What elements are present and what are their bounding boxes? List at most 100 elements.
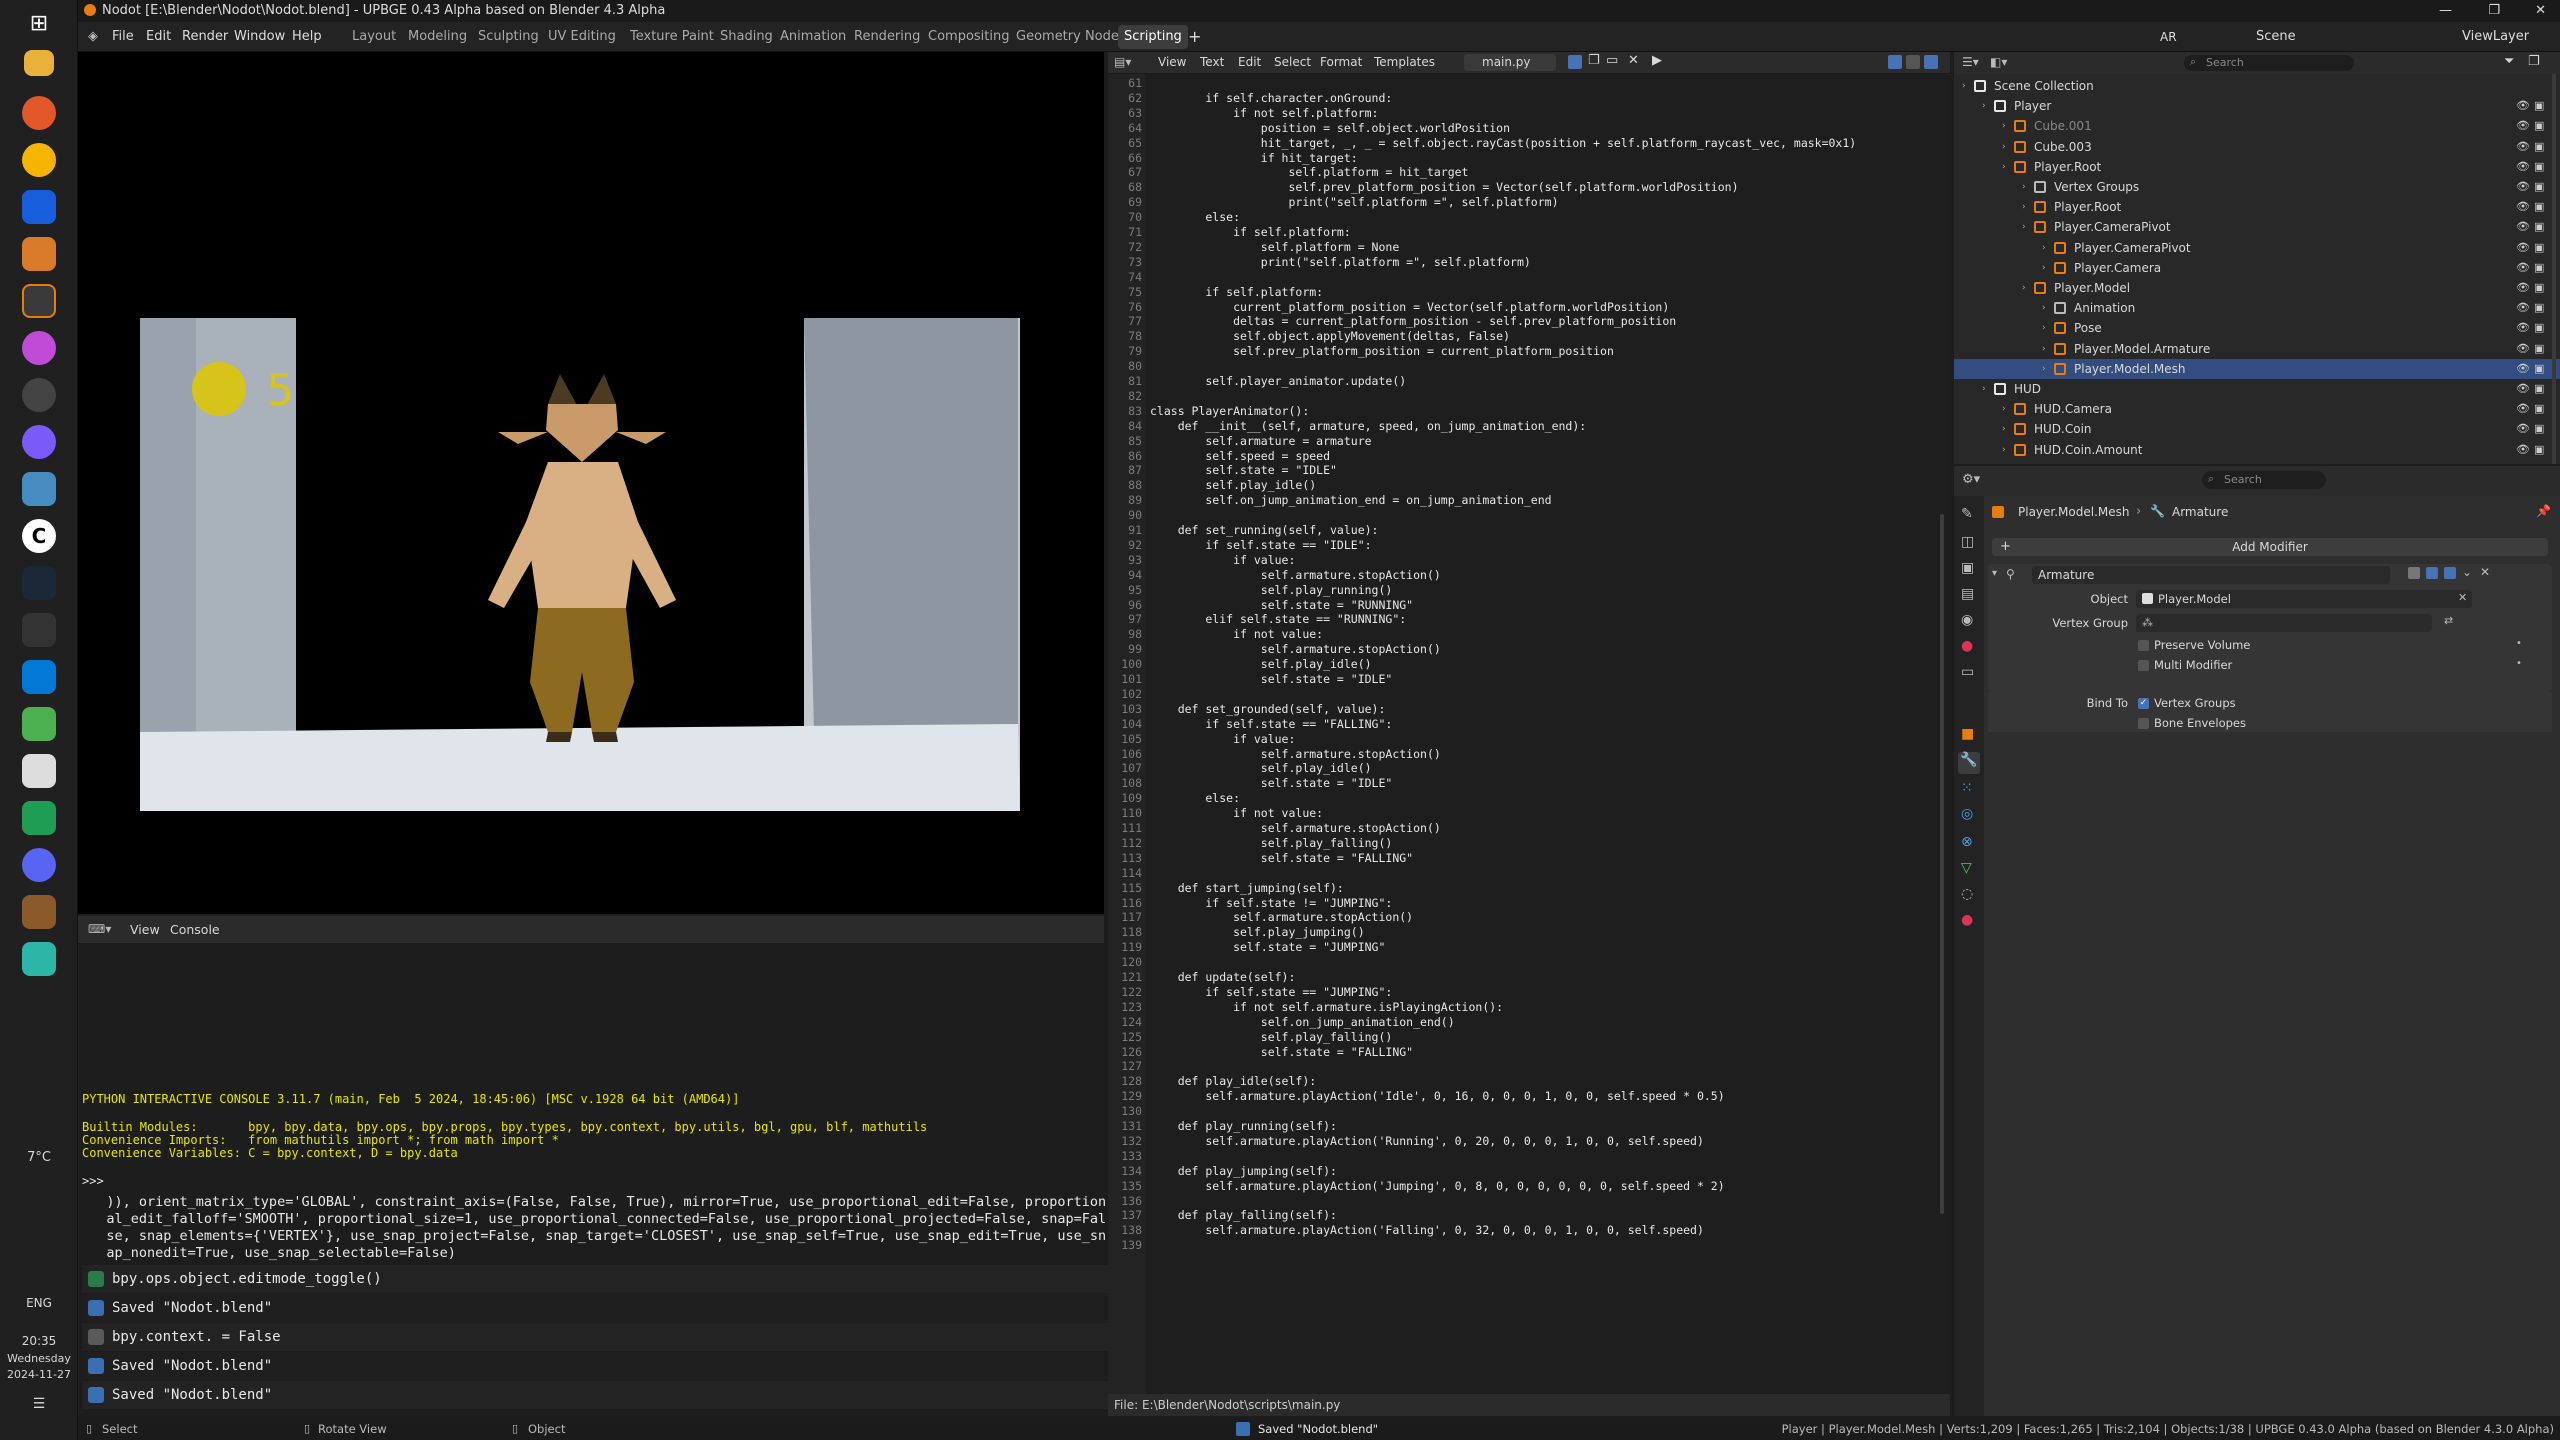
- code-line[interactable]: self.armature.playAction('Running', 0, 2…: [1150, 1134, 1704, 1148]
- expand-chevron-icon[interactable]: ›: [2022, 197, 2026, 217]
- code-line[interactable]: deltas = current_platform_position - sel…: [1150, 314, 1676, 328]
- code-line[interactable]: def set_running(self, value):: [1150, 523, 1379, 537]
- editor-type-icon[interactable]: ⌨▾: [88, 922, 111, 936]
- app-icon[interactable]: [22, 707, 56, 741]
- outliner-scrollbar[interactable]: [2552, 74, 2556, 464]
- code-line[interactable]: def play_falling(self):: [1150, 1208, 1337, 1222]
- minimize-icon[interactable]: —: [2439, 0, 2452, 22]
- code-line[interactable]: self.platform = hit_target: [1150, 165, 1468, 179]
- app-icon[interactable]: [22, 801, 56, 835]
- render-camera-icon[interactable]: ▣: [2534, 177, 2544, 197]
- code-line[interactable]: def __init__(self, armature, speed, on_j…: [1150, 419, 1587, 433]
- tab-uv-editing[interactable]: UV Editing: [542, 25, 622, 49]
- app-icon[interactable]: [22, 331, 56, 365]
- blender-menu-icon[interactable]: ◈: [88, 22, 98, 52]
- world-tab-icon[interactable]: ●: [1961, 638, 1973, 654]
- scene-selector[interactable]: Scene: [2256, 22, 2296, 52]
- code-line[interactable]: self.play_idle(): [1150, 478, 1316, 492]
- code-line[interactable]: self.armature.stopAction(): [1150, 568, 1441, 582]
- code-line[interactable]: self.armature = armature: [1150, 434, 1371, 448]
- expand-chevron-icon[interactable]: ›: [2002, 157, 2006, 177]
- outliner-row[interactable]: › Cube.003 👁 ▣: [1954, 137, 2560, 157]
- language-indicator[interactable]: ENG: [14, 1296, 64, 1310]
- expand-chevron-icon[interactable]: ›: [2022, 217, 2026, 237]
- visibility-eye-icon[interactable]: 👁: [2516, 379, 2530, 399]
- new-text-icon[interactable]: ❐: [1588, 53, 1600, 68]
- visibility-eye-icon[interactable]: 👁: [2516, 359, 2530, 379]
- expand-chevron-icon[interactable]: ›: [2002, 399, 2006, 419]
- menu-render[interactable]: Render: [182, 22, 228, 52]
- vertex-groups-checkbox[interactable]: ✓: [2138, 698, 2149, 709]
- vscode-icon[interactable]: [22, 660, 56, 694]
- scene-tab-icon[interactable]: ◉: [1961, 612, 1973, 628]
- view-layer-tab-icon[interactable]: ▤: [1961, 586, 1974, 602]
- console-menu-view[interactable]: View: [130, 922, 160, 937]
- weather-temp[interactable]: 7°C: [14, 1150, 64, 1165]
- modifier-name-field[interactable]: Armature: [2032, 566, 2390, 584]
- visibility-eye-icon[interactable]: 👁: [2516, 177, 2530, 197]
- notification-icon[interactable]: ☰: [26, 1396, 52, 1422]
- add-workspace-icon[interactable]: +: [1188, 22, 1201, 52]
- console-menu-console[interactable]: Console: [170, 922, 220, 937]
- logic-tab-icon[interactable]: ◌: [1961, 886, 1973, 902]
- render-tab-icon[interactable]: ◫: [1961, 534, 1974, 550]
- app-icon[interactable]: [22, 895, 56, 929]
- file-explorer-icon[interactable]: [24, 50, 54, 76]
- visibility-eye-icon[interactable]: 👁: [2516, 440, 2530, 460]
- code-line[interactable]: self.speed = speed: [1150, 449, 1330, 463]
- keyframe-dot-icon[interactable]: •: [2516, 658, 2522, 669]
- vertex-group-field[interactable]: [2136, 614, 2432, 632]
- clock-time[interactable]: 20:35: [0, 1334, 78, 1348]
- code-line[interactable]: if self.state == "FALLING":: [1150, 717, 1392, 731]
- code-line[interactable]: self.platform = None: [1150, 240, 1399, 254]
- outliner-row[interactable]: › Vertex Groups 👁 ▣: [1954, 177, 2560, 197]
- code-line[interactable]: self.on_jump_animation_end = on_jump_ani…: [1150, 493, 1551, 507]
- code-line[interactable]: if self.state == "JUMPING":: [1150, 985, 1392, 999]
- visibility-eye-icon[interactable]: 👁: [2516, 157, 2530, 177]
- app-icon[interactable]: [22, 942, 56, 976]
- particles-tab-icon[interactable]: ⁙: [1961, 780, 1973, 796]
- expand-chevron-icon[interactable]: ›: [2042, 258, 2046, 278]
- app-icon[interactable]: [22, 425, 56, 459]
- preserve-volume-checkbox[interactable]: [2138, 640, 2149, 651]
- render-camera-icon[interactable]: ▣: [2534, 359, 2544, 379]
- code-line[interactable]: self.armature.playAction('Jumping', 0, 8…: [1150, 1179, 1724, 1193]
- render-camera-icon[interactable]: ▣: [2534, 278, 2544, 298]
- outliner-search[interactable]: Search: [2184, 55, 2354, 71]
- code-line[interactable]: if hit_target:: [1150, 151, 1358, 165]
- code-line[interactable]: def play_idle(self):: [1150, 1074, 1316, 1088]
- expand-chevron-icon[interactable]: ›: [1962, 76, 1966, 96]
- data-tab-icon[interactable]: ▽: [1961, 860, 1972, 876]
- object-tab-icon[interactable]: ■: [1961, 726, 1974, 742]
- expand-chevron-icon[interactable]: ›: [2042, 238, 2046, 258]
- collection-tab-icon[interactable]: ▭: [1961, 664, 1974, 680]
- tab-rendering[interactable]: Rendering: [848, 25, 926, 49]
- expand-chevron-icon[interactable]: ›: [2002, 116, 2006, 136]
- code-line[interactable]: if value:: [1150, 553, 1295, 567]
- code-line[interactable]: if self.state != "JUMPING":: [1150, 896, 1392, 910]
- expand-chevron-icon[interactable]: ›: [2002, 440, 2006, 460]
- visibility-eye-icon[interactable]: 👁: [2516, 399, 2530, 419]
- visibility-eye-icon[interactable]: 👁: [2516, 318, 2530, 338]
- tab-sculpting[interactable]: Sculpting: [472, 25, 545, 49]
- add-modifier-button[interactable]: + Add Modifier: [1992, 538, 2548, 556]
- code-line[interactable]: self.armature.stopAction(): [1150, 910, 1413, 924]
- visibility-eye-icon[interactable]: 👁: [2516, 217, 2530, 237]
- obs-icon[interactable]: [22, 378, 56, 412]
- text-editor[interactable]: 61 62 63 64 65 66 67 68 69 70 71 72 73 74 75 76 77 78 79 80…: [1108, 74, 1950, 1394]
- code-line[interactable]: if self.state == "IDLE":: [1150, 538, 1371, 552]
- expand-chevron-icon[interactable]: ›: [1982, 379, 1986, 399]
- tab-shading[interactable]: Shading: [714, 25, 779, 49]
- maximize-icon[interactable]: ❐: [2488, 0, 2500, 22]
- code-line[interactable]: if not self.platform:: [1150, 106, 1378, 120]
- code-line[interactable]: self.armature.stopAction(): [1150, 747, 1441, 761]
- start-menu-icon[interactable]: ⊞: [22, 6, 56, 40]
- expand-chevron-icon[interactable]: ›: [2022, 278, 2026, 298]
- outliner-row[interactable]: › HUD 👁 ▣: [1954, 379, 2560, 399]
- outliner-row[interactable]: › HUD.Camera 👁 ▣: [1954, 399, 2560, 419]
- render-toggle-icon[interactable]: [2444, 567, 2456, 579]
- code-line[interactable]: self.prev_platform_position = current_pl…: [1150, 344, 1614, 358]
- display-mode-icon[interactable]: ◧▾: [1990, 55, 2007, 69]
- tab-modeling[interactable]: Modeling: [402, 25, 473, 49]
- tab-animation[interactable]: Animation: [774, 25, 852, 49]
